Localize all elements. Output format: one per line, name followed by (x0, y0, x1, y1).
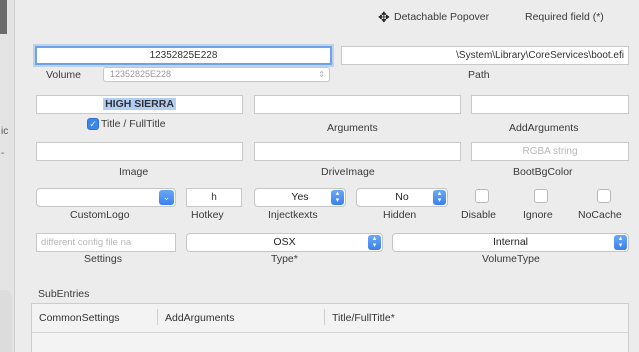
up-down-stepper-icon: ▴ ▾ (614, 235, 627, 250)
table-header-divider (32, 332, 628, 333)
background-glyph: ic (1, 126, 9, 137)
custom-logo-popup[interactable]: ⌄ (36, 188, 176, 207)
volume-type-label: VolumeType (482, 253, 540, 265)
volume-field[interactable]: 12352825E228 (35, 46, 332, 65)
drive-image-field[interactable] (254, 142, 461, 161)
hotkey-field[interactable]: h (186, 188, 242, 207)
settings-label: Settings (84, 253, 122, 265)
volume-type-value: Internal (492, 236, 529, 248)
column-divider (324, 309, 325, 325)
up-down-stepper-icon: ▴ ▾ (331, 190, 344, 205)
background-glyph: - (1, 148, 5, 159)
type-value: OSX (273, 236, 296, 248)
path-label: Path (468, 69, 490, 81)
hidden-value: No (395, 191, 409, 203)
settings-field[interactable]: different config file na (36, 233, 176, 252)
detachable-popover-label: Detachable Popover (394, 11, 490, 23)
hidden-popup[interactable]: No ▴ ▾ (356, 188, 448, 207)
path-field[interactable]: \System\Library\CoreServices\boot.efi (341, 46, 629, 65)
volume-label: Volume (46, 69, 82, 81)
arguments-label: Arguments (327, 122, 378, 134)
title-checkbox[interactable]: ✓ (87, 118, 99, 130)
add-arguments-label: AddArguments (509, 122, 579, 134)
column-divider (157, 309, 158, 325)
add-arguments-field[interactable] (471, 95, 629, 114)
column-header-add-arguments[interactable]: AddArguments (165, 312, 234, 324)
image-field[interactable] (36, 142, 243, 161)
inject-kexts-value: Yes (291, 191, 309, 203)
inject-kexts-popup[interactable]: Yes ▴ ▾ (254, 188, 346, 207)
hotkey-label: Hotkey (191, 209, 224, 221)
chevron-down-icon: ⌄ (159, 190, 174, 205)
volume-type-popup[interactable]: Internal ▴ ▾ (392, 233, 629, 252)
ignore-checkbox[interactable] (534, 189, 548, 203)
column-header-common-settings[interactable]: CommonSettings (39, 312, 120, 324)
drive-image-label: DriveImage (321, 166, 375, 178)
up-down-stepper-icon: ▴ ▾ (433, 190, 446, 205)
disable-label: Disable (461, 209, 497, 221)
background-window-corner (0, 0, 7, 34)
volume-popup-value: 12352825E228 (110, 69, 172, 79)
inject-kexts-label: Injectkexts (268, 209, 318, 221)
ignore-label: Ignore (523, 209, 553, 221)
title-field[interactable]: HIGH SIERRA (36, 95, 243, 114)
arguments-field[interactable] (254, 95, 461, 114)
type-label: Type* (271, 253, 298, 265)
column-header-title-fulltitle[interactable]: Title/FullTitle* (332, 312, 395, 324)
hidden-label: Hidden (383, 209, 417, 221)
up-down-stepper-icon: ▴ ▾ (368, 235, 381, 250)
volume-popup[interactable]: 12352825E228 ⇕ (103, 67, 330, 82)
boot-bg-color-label: BootBgColor (513, 166, 573, 178)
move-cross-icon[interactable]: ✥ (378, 10, 390, 24)
boot-bg-color-field[interactable]: RGBA string (471, 142, 629, 161)
nocache-label: NoCache (578, 209, 622, 221)
type-popup[interactable]: OSX ▴ ▾ (186, 233, 383, 252)
subentries-table[interactable]: CommonSettings AddArguments Title/FullTi… (31, 303, 629, 352)
disable-checkbox[interactable] (475, 189, 489, 203)
required-field-note: Required field (*) (525, 11, 604, 23)
background-window-tab (0, 290, 12, 352)
custom-logo-label: CustomLogo (70, 209, 130, 221)
nocache-checkbox[interactable] (597, 189, 611, 203)
title-field-selected-text: HIGH SIERRA (103, 98, 176, 110)
title-fulltitle-label: Title / FullTitle (101, 118, 166, 130)
subentries-label: SubEntries (38, 288, 90, 300)
up-down-stepper-icon: ⇕ (318, 70, 325, 79)
image-label: Image (119, 166, 149, 178)
